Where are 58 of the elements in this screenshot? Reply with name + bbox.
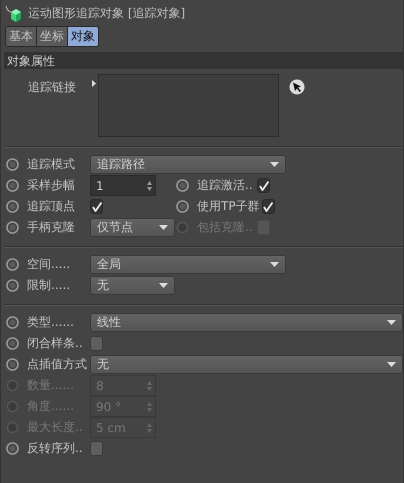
checkbox[interactable] (90, 199, 103, 214)
dropdown[interactable]: 无 (90, 355, 403, 374)
field-label: 追踪链接 (28, 79, 77, 96)
caret-icon (159, 283, 168, 288)
tab[interactable]: 基本 (6, 27, 37, 46)
dropdown[interactable]: 追踪路径 (90, 155, 286, 174)
caret-icon (159, 225, 168, 230)
field-label: 限制..... (27, 277, 72, 294)
section-header: 对象属性 (4, 52, 403, 69)
keyframe-radio-icon[interactable] (6, 337, 19, 350)
field-label: 追踪顶点 (27, 198, 76, 215)
keyframe-radio-icon[interactable] (176, 200, 189, 213)
keyframe-radio-icon[interactable] (176, 179, 189, 192)
keyframe-radio-icon[interactable] (6, 358, 19, 371)
dropdown[interactable]: 无 (90, 276, 175, 295)
field-label: 追踪模式 (27, 156, 76, 173)
caret-icon (387, 320, 396, 325)
checkbox[interactable] (257, 178, 270, 193)
window-title: 运动图形追踪对象 [追踪对象] (28, 4, 186, 22)
keyframe-radio-icon[interactable] (6, 442, 19, 455)
field-label: 采样步幅 (27, 177, 76, 194)
spinner-icon (147, 422, 152, 432)
field-label: 类型...... (27, 314, 75, 331)
field-label: 追踪激活.. (197, 177, 254, 194)
field-label: 点插值方式 (27, 356, 87, 373)
check-icon (263, 202, 274, 212)
caret-icon (270, 262, 279, 267)
keyframe-radio-icon[interactable] (6, 200, 19, 213)
check-icon (92, 202, 102, 212)
field-label: 使用TP子群 (197, 198, 260, 215)
keyframe-radio-icon[interactable] (6, 158, 19, 171)
expand-arrow-icon (92, 80, 96, 87)
spinner-icon (147, 380, 152, 390)
dropdown[interactable]: 线性 (90, 313, 403, 332)
field-label: 反转序列.. (27, 440, 84, 457)
tab[interactable]: 坐标 (37, 27, 68, 46)
field-label: 空间..... (27, 256, 72, 273)
field-label: 闭合样条.. (27, 335, 84, 352)
check-icon (258, 180, 268, 190)
keyframe-radio-icon[interactable] (6, 221, 19, 234)
link-field[interactable] (98, 74, 279, 137)
caret-icon (270, 162, 279, 167)
checkbox[interactable] (262, 199, 275, 214)
keyframe-radio-icon[interactable] (6, 316, 19, 329)
spinner-icon (147, 402, 152, 412)
field-label: 手柄克隆 (27, 219, 76, 236)
dropdown[interactable]: 全局 (90, 255, 286, 274)
keyframe-radio-icon[interactable] (6, 179, 19, 192)
checkbox[interactable] (90, 336, 103, 351)
dropdown[interactable]: 仅节点 (90, 218, 175, 237)
tab[interactable]: 对象 (68, 27, 98, 46)
number-field[interactable]: 1 (90, 175, 156, 196)
keyframe-radio-icon[interactable] (6, 279, 19, 292)
cube-icon (5, 4, 22, 22)
keyframe-radio-icon[interactable] (6, 258, 19, 271)
checkbox[interactable] (90, 441, 103, 456)
spinner-icon (147, 180, 152, 190)
caret-icon (387, 362, 396, 367)
